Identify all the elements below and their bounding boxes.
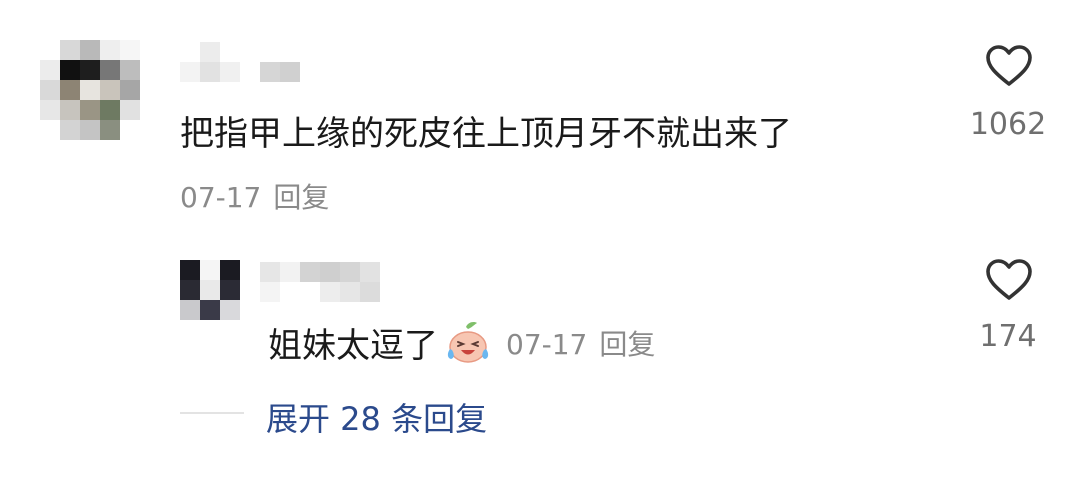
reply-text: 姐妹太逗了 [268, 326, 438, 366]
heart-icon [986, 259, 1032, 300]
like-count: 174 [979, 319, 1037, 354]
expand-replies-button[interactable]: 展开 28 条回复 [266, 394, 487, 440]
comment-meta: 07-17 回复 [180, 176, 329, 216]
comment-date: 07-17 [180, 181, 262, 214]
reply-body: 姐妹太逗了 07-17 回复 [268, 318, 655, 367]
comment-text: 把指甲上缘的死皮往上顶月牙不就出来了 [180, 114, 792, 154]
heart-icon [986, 45, 1032, 86]
avatar[interactable] [40, 40, 140, 140]
crying-laughing-face-icon [444, 321, 492, 365]
username[interactable] [260, 262, 380, 302]
like-button[interactable] [985, 258, 1033, 302]
reply-button[interactable]: 回复 [273, 181, 329, 214]
reply-meta: 07-17 回复 [506, 323, 655, 363]
divider [180, 412, 244, 414]
reply-date: 07-17 [506, 327, 588, 361]
like-button[interactable] [985, 44, 1033, 88]
username[interactable] [180, 42, 300, 82]
like-count: 1062 [969, 107, 1047, 142]
reply-button[interactable]: 回复 [599, 328, 655, 361]
avatar[interactable] [180, 260, 240, 320]
